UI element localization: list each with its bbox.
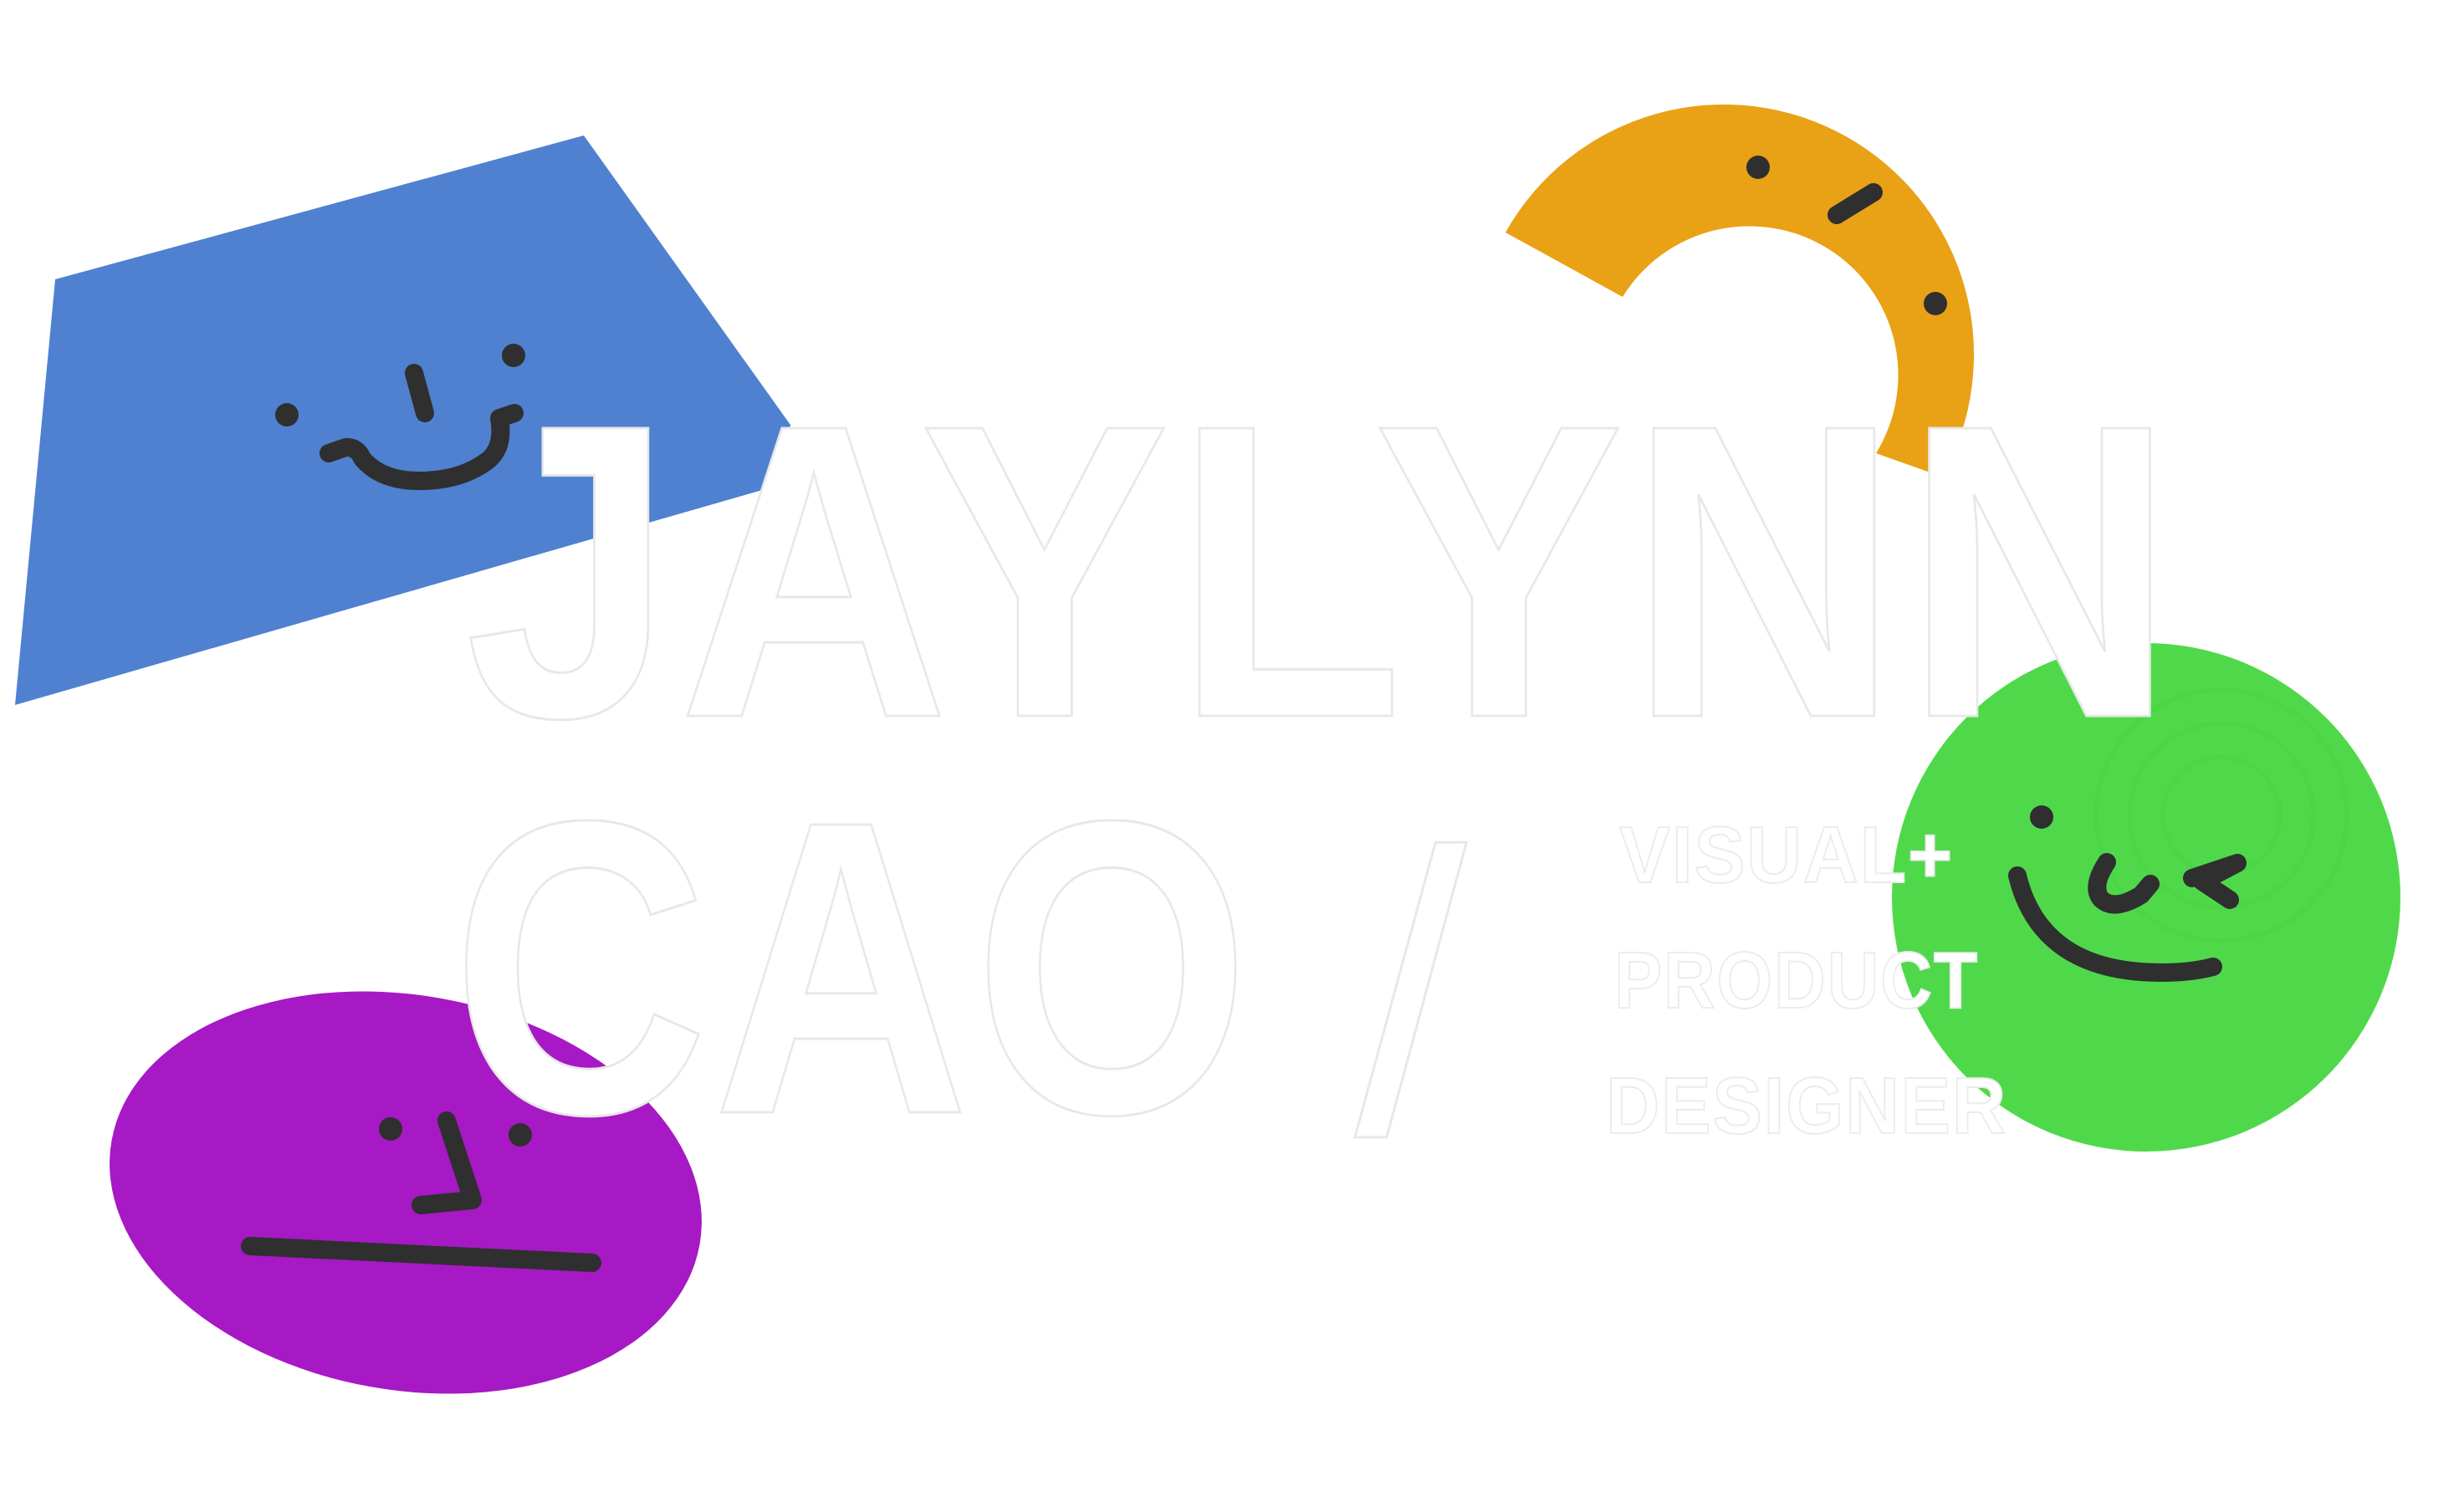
last-name-heading: CAO — [452, 733, 1255, 1201]
hero-illustration: JAYLYNN CAO / VISUAL+ PRODUCT DESIGNER — [15, 104, 2400, 1394]
role-line-visual: VISUAL+ — [1619, 810, 1954, 900]
role-line-product: PRODUCT — [1614, 936, 1979, 1025]
role-line-designer: DESIGNER — [1606, 1061, 2007, 1151]
hero-stage: JAYLYNN CAO / VISUAL+ PRODUCT DESIGNER — [0, 0, 2464, 1512]
name-separator: / — [1355, 769, 1468, 1218]
